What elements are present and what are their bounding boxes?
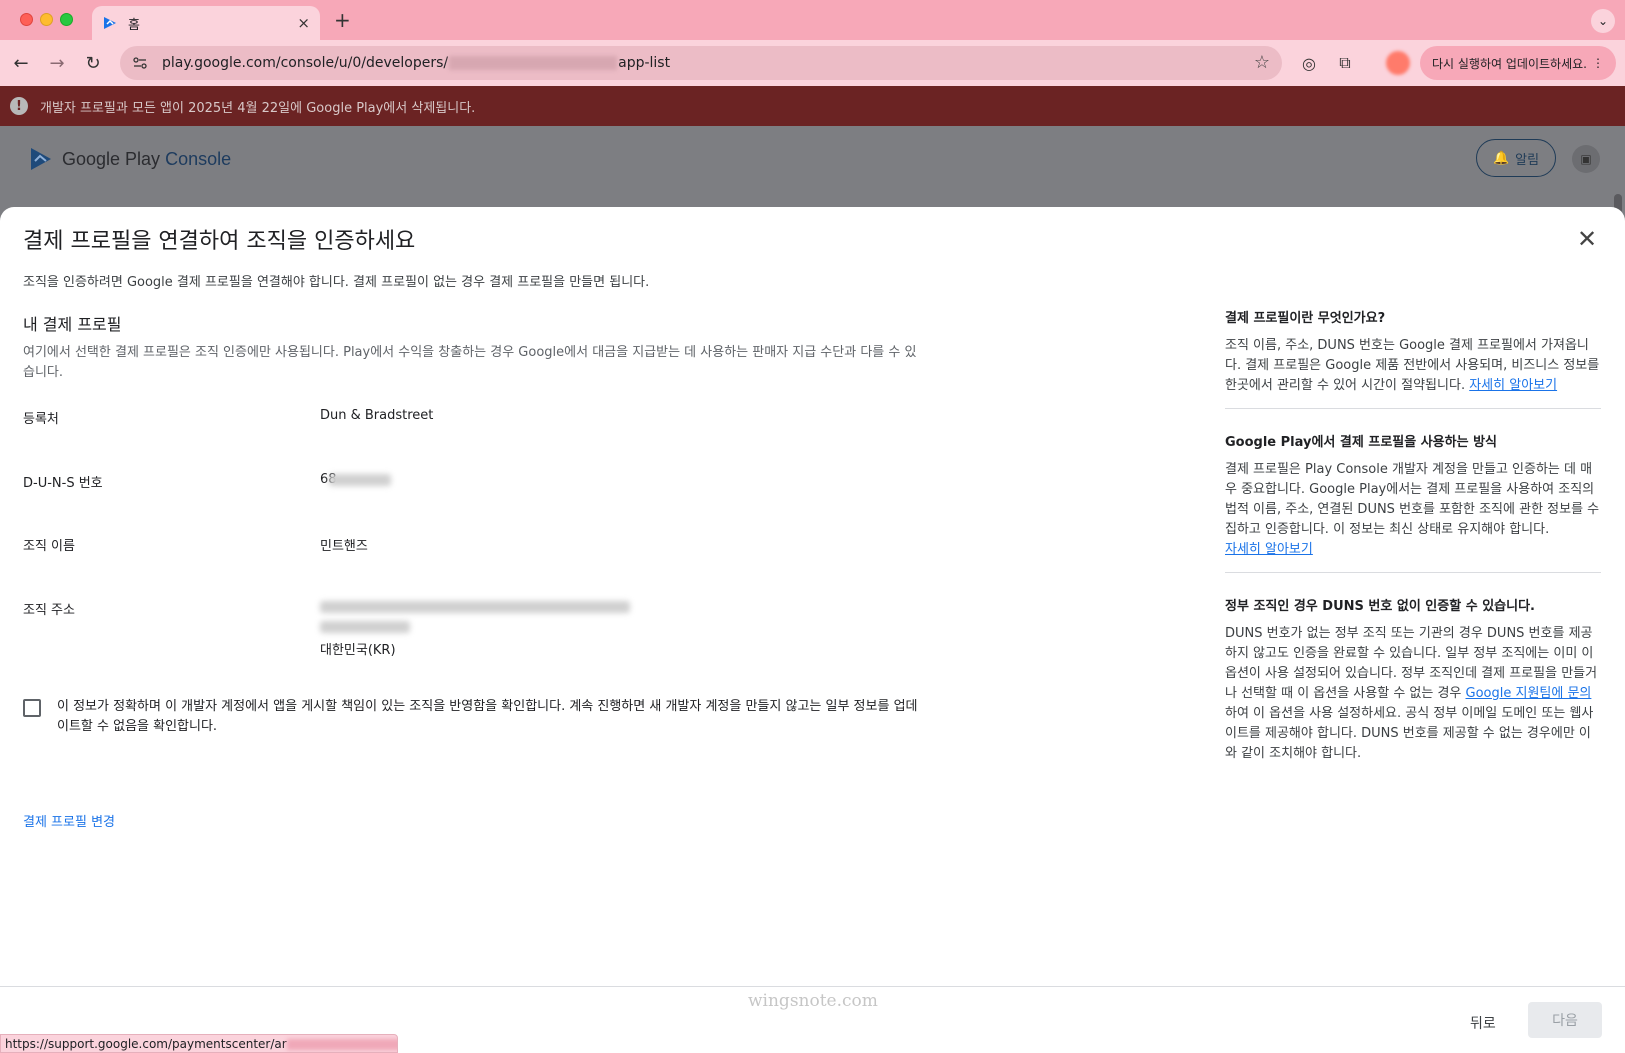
divider <box>1225 572 1601 573</box>
field-value-duns: 68 <box>320 472 391 487</box>
help-heading-what-is: 결제 프로필이란 무엇인가요? <box>1225 311 1386 326</box>
field-label-registrar: 등록처 <box>23 412 59 427</box>
field-value-org-address: 대한민국(KR) <box>320 643 396 658</box>
learn-more-link-2[interactable]: 자세히 알아보기 <box>1225 542 1313 557</box>
browser-tab-home[interactable]: 홈 × <box>92 6 320 40</box>
window-zoom-button[interactable] <box>60 13 73 26</box>
browser-tab-bar: 홈 × + ⌄ <box>0 0 1625 40</box>
play-console-logo-icon <box>31 148 51 170</box>
reload-icon[interactable]: ↻ <box>80 50 106 76</box>
dialog-description: 조직을 인증하려면 Google 결제 프로필을 연결해야 합니다. 결제 프로… <box>23 275 650 290</box>
browser-toolbar: ← → ↻ play.google.com/console/u/0/develo… <box>0 40 1625 86</box>
window-minimize-button[interactable] <box>40 13 53 26</box>
verify-organization-dialog: 결제 프로필을 연결하여 조직을 인증하세요 ✕ 조직을 인증하려면 Googl… <box>0 207 1625 1053</box>
new-tab-button[interactable]: + <box>334 8 351 32</box>
field-label-duns: D-U-N-S 번호 <box>23 476 103 491</box>
help-heading-government: 정부 조직인 경우 DUNS 번호 없이 인증할 수 있습니다. <box>1225 599 1535 614</box>
tab-close-icon[interactable]: × <box>297 14 310 32</box>
confirm-checkbox[interactable] <box>23 699 41 717</box>
field-value-org-name: 민트핸즈 <box>320 539 368 554</box>
field-value-registrar: Dun & Bradstreet <box>320 408 434 423</box>
inbox-icon[interactable]: ▣ <box>1572 145 1600 173</box>
field-label-org-address: 조직 주소 <box>23 603 75 618</box>
dialog-title: 결제 프로필을 연결하여 조직을 인증하세요 <box>23 229 416 254</box>
password-manager-icon[interactable]: ◎ <box>1298 52 1320 74</box>
extensions-puzzle-icon[interactable]: ⧉ <box>1334 52 1356 74</box>
help-sidebar: 결제 프로필이란 무엇인가요? 조직 이름, 주소, DUNS 번호는 Goog… <box>1225 307 1601 764</box>
relaunch-update-button[interactable]: 다시 실행하여 업데이트하세요. ⋮ <box>1420 46 1616 80</box>
back-button[interactable]: 뒤로 <box>1470 1013 1496 1033</box>
divider <box>1225 408 1601 409</box>
deletion-warning-banner: ! 개발자 프로필과 모든 앱이 2025년 4월 22일에 Google Pl… <box>0 86 1625 126</box>
field-label-org-name: 조직 이름 <box>23 539 75 554</box>
site-settings-icon[interactable] <box>132 55 148 71</box>
learn-more-link-1[interactable]: 자세히 알아보기 <box>1469 378 1557 393</box>
tab-search-chevron-icon[interactable]: ⌄ <box>1591 9 1615 33</box>
help-text-what-is: 조직 이름, 주소, DUNS 번호는 Google 결제 프로필에서 가져옵니… <box>1225 338 1600 393</box>
profile-avatar[interactable] <box>1386 51 1410 75</box>
google-play-console-logo[interactable]: Google Play Console <box>28 146 231 172</box>
notifications-button[interactable]: 🔔 알림 <box>1476 139 1556 177</box>
kebab-menu-icon[interactable]: ⋮ <box>1592 56 1604 70</box>
close-icon[interactable]: ✕ <box>1577 225 1597 253</box>
warning-icon: ! <box>10 97 28 115</box>
contact-support-link[interactable]: Google 지원팀에 문의 <box>1466 686 1592 701</box>
notifications-label: 알림 <box>1515 152 1540 168</box>
change-payment-profile-link[interactable]: 결제 프로필 변경 <box>23 811 115 830</box>
play-console-favicon-icon <box>104 17 116 29</box>
back-arrow-icon[interactable]: ← <box>8 50 34 76</box>
help-text-usage: 결제 프로필은 Play Console 개발자 계정을 만들고 인증하는 데 … <box>1225 462 1600 557</box>
logo-text: Google Play Console <box>62 148 232 169</box>
section-description: 여기에서 선택한 결제 프로필은 조직 인증에만 사용됩니다. Play에서 수… <box>23 345 917 380</box>
field-value-org-address-redacted <box>320 601 640 633</box>
next-button[interactable]: 다음 <box>1528 1002 1602 1038</box>
bookmark-star-icon[interactable]: ☆ <box>1254 52 1270 73</box>
window-close-button[interactable] <box>20 13 33 26</box>
app-header: Google Play Console 🔔 알림 ▣ <box>0 126 1625 192</box>
url-text: play.google.com/console/u/0/developers/a… <box>162 55 671 71</box>
bell-icon: 🔔 <box>1492 150 1510 166</box>
confirm-checkbox-label: 이 정보가 정확하며 이 개발자 계정에서 앱을 게시할 책임이 있는 조직을 … <box>57 699 918 734</box>
address-bar[interactable]: play.google.com/console/u/0/developers/a… <box>120 46 1282 80</box>
tab-title: 홈 <box>128 17 140 33</box>
banner-text: 개발자 프로필과 모든 앱이 2025년 4월 22일에 Google Play… <box>40 100 476 116</box>
watermark: wingsnote.com <box>748 991 878 1011</box>
help-text-government: DUNS 번호가 없는 정부 조직 또는 기관의 경우 DUNS 번호를 제공하… <box>1225 626 1598 761</box>
section-title: 내 결제 프로필 <box>23 315 122 334</box>
update-button-label: 다시 실행하여 업데이트하세요. <box>1432 56 1587 71</box>
help-heading-usage: Google Play에서 결제 프로필을 사용하는 방식 <box>1225 435 1498 450</box>
forward-arrow-icon[interactable]: → <box>44 50 70 76</box>
status-bar-url: https://support.google.com/paymentscente… <box>0 1034 398 1053</box>
